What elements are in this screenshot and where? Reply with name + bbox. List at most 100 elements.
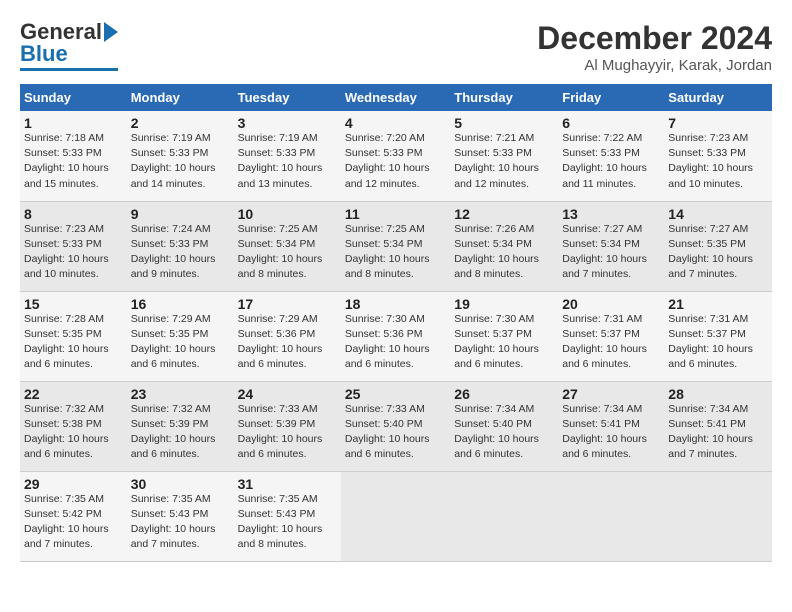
calendar-cell: 27Sunrise: 7:34 AM Sunset: 5:41 PM Dayli… xyxy=(558,381,664,471)
header-day-tuesday: Tuesday xyxy=(234,84,341,111)
day-info: Sunrise: 7:31 AM Sunset: 5:37 PM Dayligh… xyxy=(562,313,647,371)
calendar-cell: 20Sunrise: 7:31 AM Sunset: 5:37 PM Dayli… xyxy=(558,291,664,381)
calendar-cell: 16Sunrise: 7:29 AM Sunset: 5:35 PM Dayli… xyxy=(127,291,234,381)
day-number: 23 xyxy=(131,386,230,402)
week-row-3: 15Sunrise: 7:28 AM Sunset: 5:35 PM Dayli… xyxy=(20,291,772,381)
day-info: Sunrise: 7:27 AM Sunset: 5:34 PM Dayligh… xyxy=(562,223,647,281)
day-info: Sunrise: 7:20 AM Sunset: 5:33 PM Dayligh… xyxy=(345,132,430,190)
calendar-cell: 6Sunrise: 7:22 AM Sunset: 5:33 PM Daylig… xyxy=(558,111,664,201)
day-number: 27 xyxy=(562,386,660,402)
day-info: Sunrise: 7:24 AM Sunset: 5:33 PM Dayligh… xyxy=(131,223,216,281)
day-number: 25 xyxy=(345,386,446,402)
week-row-4: 22Sunrise: 7:32 AM Sunset: 5:38 PM Dayli… xyxy=(20,381,772,471)
header-day-sunday: Sunday xyxy=(20,84,127,111)
day-info: Sunrise: 7:23 AM Sunset: 5:33 PM Dayligh… xyxy=(24,223,109,281)
day-number: 17 xyxy=(238,296,337,312)
calendar-cell xyxy=(664,471,772,561)
day-info: Sunrise: 7:34 AM Sunset: 5:41 PM Dayligh… xyxy=(562,403,647,461)
header-day-wednesday: Wednesday xyxy=(341,84,450,111)
day-info: Sunrise: 7:31 AM Sunset: 5:37 PM Dayligh… xyxy=(668,313,753,371)
day-info: Sunrise: 7:22 AM Sunset: 5:33 PM Dayligh… xyxy=(562,132,647,190)
day-number: 24 xyxy=(238,386,337,402)
logo-arrow-icon xyxy=(104,22,118,42)
page-header: General Blue December 2024 Al Mughayyir,… xyxy=(20,20,772,74)
day-info: Sunrise: 7:32 AM Sunset: 5:38 PM Dayligh… xyxy=(24,403,109,461)
calendar-cell: 7Sunrise: 7:23 AM Sunset: 5:33 PM Daylig… xyxy=(664,111,772,201)
day-info: Sunrise: 7:35 AM Sunset: 5:43 PM Dayligh… xyxy=(131,493,216,551)
day-number: 22 xyxy=(24,386,123,402)
day-info: Sunrise: 7:27 AM Sunset: 5:35 PM Dayligh… xyxy=(668,223,753,281)
day-info: Sunrise: 7:30 AM Sunset: 5:37 PM Dayligh… xyxy=(454,313,539,371)
day-number: 30 xyxy=(131,476,230,492)
header-day-thursday: Thursday xyxy=(450,84,558,111)
header-day-monday: Monday xyxy=(127,84,234,111)
day-info: Sunrise: 7:25 AM Sunset: 5:34 PM Dayligh… xyxy=(345,223,430,281)
calendar-cell: 29Sunrise: 7:35 AM Sunset: 5:42 PM Dayli… xyxy=(20,471,127,561)
day-info: Sunrise: 7:28 AM Sunset: 5:35 PM Dayligh… xyxy=(24,313,109,371)
day-number: 12 xyxy=(454,206,554,222)
calendar-cell: 21Sunrise: 7:31 AM Sunset: 5:37 PM Dayli… xyxy=(664,291,772,381)
day-info: Sunrise: 7:25 AM Sunset: 5:34 PM Dayligh… xyxy=(238,223,323,281)
day-number: 28 xyxy=(668,386,768,402)
logo-blue: Blue xyxy=(20,42,68,66)
calendar-cell: 8Sunrise: 7:23 AM Sunset: 5:33 PM Daylig… xyxy=(20,201,127,291)
day-number: 11 xyxy=(345,206,446,222)
calendar-cell: 5Sunrise: 7:21 AM Sunset: 5:33 PM Daylig… xyxy=(450,111,558,201)
calendar-cell: 15Sunrise: 7:28 AM Sunset: 5:35 PM Dayli… xyxy=(20,291,127,381)
day-info: Sunrise: 7:34 AM Sunset: 5:41 PM Dayligh… xyxy=(668,403,753,461)
header-day-friday: Friday xyxy=(558,84,664,111)
calendar-table: SundayMondayTuesdayWednesdayThursdayFrid… xyxy=(20,84,772,562)
day-info: Sunrise: 7:33 AM Sunset: 5:39 PM Dayligh… xyxy=(238,403,323,461)
day-info: Sunrise: 7:35 AM Sunset: 5:42 PM Dayligh… xyxy=(24,493,109,551)
calendar-cell: 31Sunrise: 7:35 AM Sunset: 5:43 PM Dayli… xyxy=(234,471,341,561)
month-title: December 2024 xyxy=(537,20,772,57)
day-info: Sunrise: 7:19 AM Sunset: 5:33 PM Dayligh… xyxy=(131,132,216,190)
day-number: 13 xyxy=(562,206,660,222)
day-number: 8 xyxy=(24,206,123,222)
calendar-cell: 4Sunrise: 7:20 AM Sunset: 5:33 PM Daylig… xyxy=(341,111,450,201)
calendar-cell: 17Sunrise: 7:29 AM Sunset: 5:36 PM Dayli… xyxy=(234,291,341,381)
calendar-cell: 2Sunrise: 7:19 AM Sunset: 5:33 PM Daylig… xyxy=(127,111,234,201)
day-number: 26 xyxy=(454,386,554,402)
week-row-1: 1Sunrise: 7:18 AM Sunset: 5:33 PM Daylig… xyxy=(20,111,772,201)
calendar-cell: 24Sunrise: 7:33 AM Sunset: 5:39 PM Dayli… xyxy=(234,381,341,471)
day-info: Sunrise: 7:34 AM Sunset: 5:40 PM Dayligh… xyxy=(454,403,539,461)
calendar-cell: 19Sunrise: 7:30 AM Sunset: 5:37 PM Dayli… xyxy=(450,291,558,381)
calendar-cell: 11Sunrise: 7:25 AM Sunset: 5:34 PM Dayli… xyxy=(341,201,450,291)
calendar-cell xyxy=(341,471,450,561)
location: Al Mughayyir, Karak, Jordan xyxy=(537,57,772,74)
day-info: Sunrise: 7:23 AM Sunset: 5:33 PM Dayligh… xyxy=(668,132,753,190)
day-info: Sunrise: 7:29 AM Sunset: 5:35 PM Dayligh… xyxy=(131,313,216,371)
day-number: 18 xyxy=(345,296,446,312)
title-block: December 2024 Al Mughayyir, Karak, Jorda… xyxy=(537,20,772,74)
day-info: Sunrise: 7:32 AM Sunset: 5:39 PM Dayligh… xyxy=(131,403,216,461)
header-day-saturday: Saturday xyxy=(664,84,772,111)
day-info: Sunrise: 7:30 AM Sunset: 5:36 PM Dayligh… xyxy=(345,313,430,371)
day-number: 1 xyxy=(24,115,123,131)
calendar-cell: 30Sunrise: 7:35 AM Sunset: 5:43 PM Dayli… xyxy=(127,471,234,561)
day-info: Sunrise: 7:26 AM Sunset: 5:34 PM Dayligh… xyxy=(454,223,539,281)
day-number: 29 xyxy=(24,476,123,492)
day-number: 2 xyxy=(131,115,230,131)
day-number: 10 xyxy=(238,206,337,222)
calendar-cell xyxy=(450,471,558,561)
calendar-cell: 13Sunrise: 7:27 AM Sunset: 5:34 PM Dayli… xyxy=(558,201,664,291)
day-number: 16 xyxy=(131,296,230,312)
calendar-cell: 3Sunrise: 7:19 AM Sunset: 5:33 PM Daylig… xyxy=(234,111,341,201)
day-number: 3 xyxy=(238,115,337,131)
calendar-cell: 18Sunrise: 7:30 AM Sunset: 5:36 PM Dayli… xyxy=(341,291,450,381)
week-row-5: 29Sunrise: 7:35 AM Sunset: 5:42 PM Dayli… xyxy=(20,471,772,561)
calendar-cell: 23Sunrise: 7:32 AM Sunset: 5:39 PM Dayli… xyxy=(127,381,234,471)
day-info: Sunrise: 7:29 AM Sunset: 5:36 PM Dayligh… xyxy=(238,313,323,371)
day-number: 21 xyxy=(668,296,768,312)
day-info: Sunrise: 7:19 AM Sunset: 5:33 PM Dayligh… xyxy=(238,132,323,190)
day-info: Sunrise: 7:35 AM Sunset: 5:43 PM Dayligh… xyxy=(238,493,323,551)
day-number: 9 xyxy=(131,206,230,222)
logo: General Blue xyxy=(20,20,118,71)
day-info: Sunrise: 7:33 AM Sunset: 5:40 PM Dayligh… xyxy=(345,403,430,461)
calendar-cell xyxy=(558,471,664,561)
calendar-cell: 9Sunrise: 7:24 AM Sunset: 5:33 PM Daylig… xyxy=(127,201,234,291)
day-number: 31 xyxy=(238,476,337,492)
day-number: 5 xyxy=(454,115,554,131)
day-info: Sunrise: 7:21 AM Sunset: 5:33 PM Dayligh… xyxy=(454,132,539,190)
